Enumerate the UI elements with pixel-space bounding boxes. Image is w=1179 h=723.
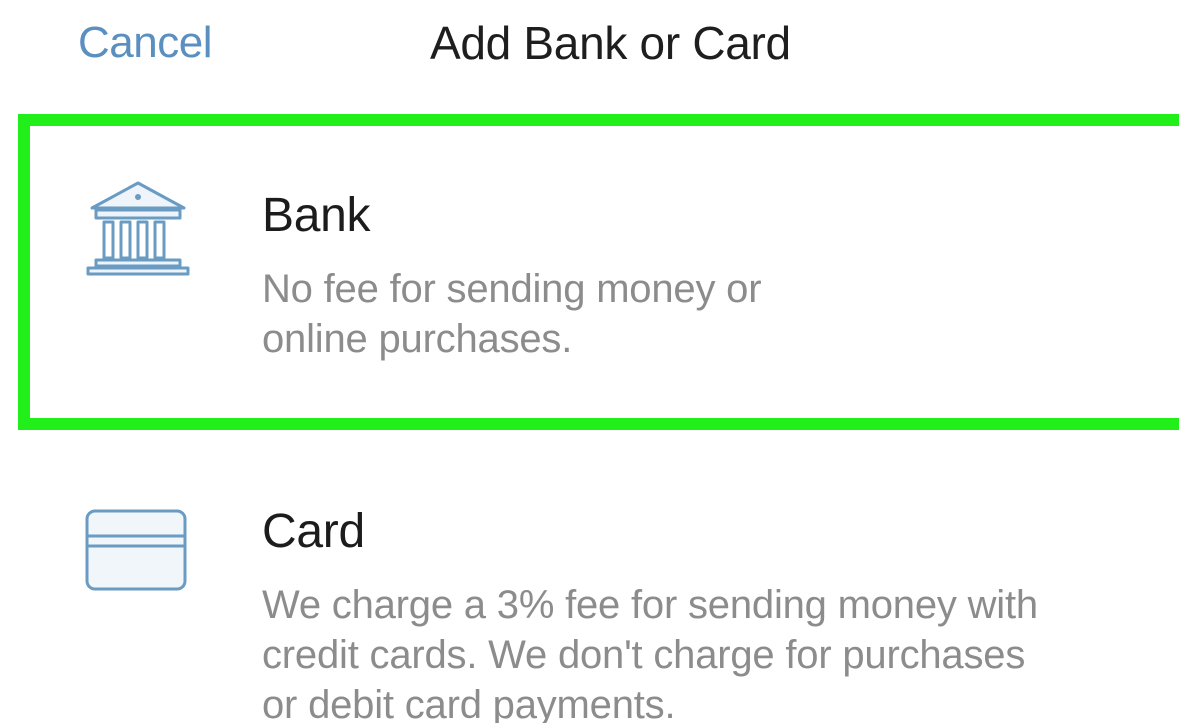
bank-option-description-line-2: online purchases. [262,317,573,361]
cancel-button[interactable]: Cancel [78,18,212,68]
bank-option-description-line-1: No fee for sending money or [262,267,762,311]
bank-option[interactable]: Bank No fee for sending money or online … [0,108,1179,440]
page-title: Add Bank or Card [430,17,791,69]
add-bank-or-card-screen: Cancel Add Bank or Card Bank No fee for … [0,0,1179,723]
card-option-description-line-3: or debit card payments. [262,683,676,723]
credit-card-icon [84,508,188,597]
bank-option-title: Bank [262,189,371,242]
card-option-title: Card [262,505,365,558]
bank-icon [84,180,192,281]
card-option-description-line-2: credit cards. We don't charge for purcha… [262,633,1026,677]
card-option[interactable]: Card We charge a 3% fee for sending mone… [0,490,1179,723]
bank-option-description: No fee for sending money or online purch… [262,264,862,364]
card-option-description: We charge a 3% fee for sending money wit… [262,580,1162,723]
card-option-description-line-1: We charge a 3% fee for sending money wit… [262,583,1038,627]
